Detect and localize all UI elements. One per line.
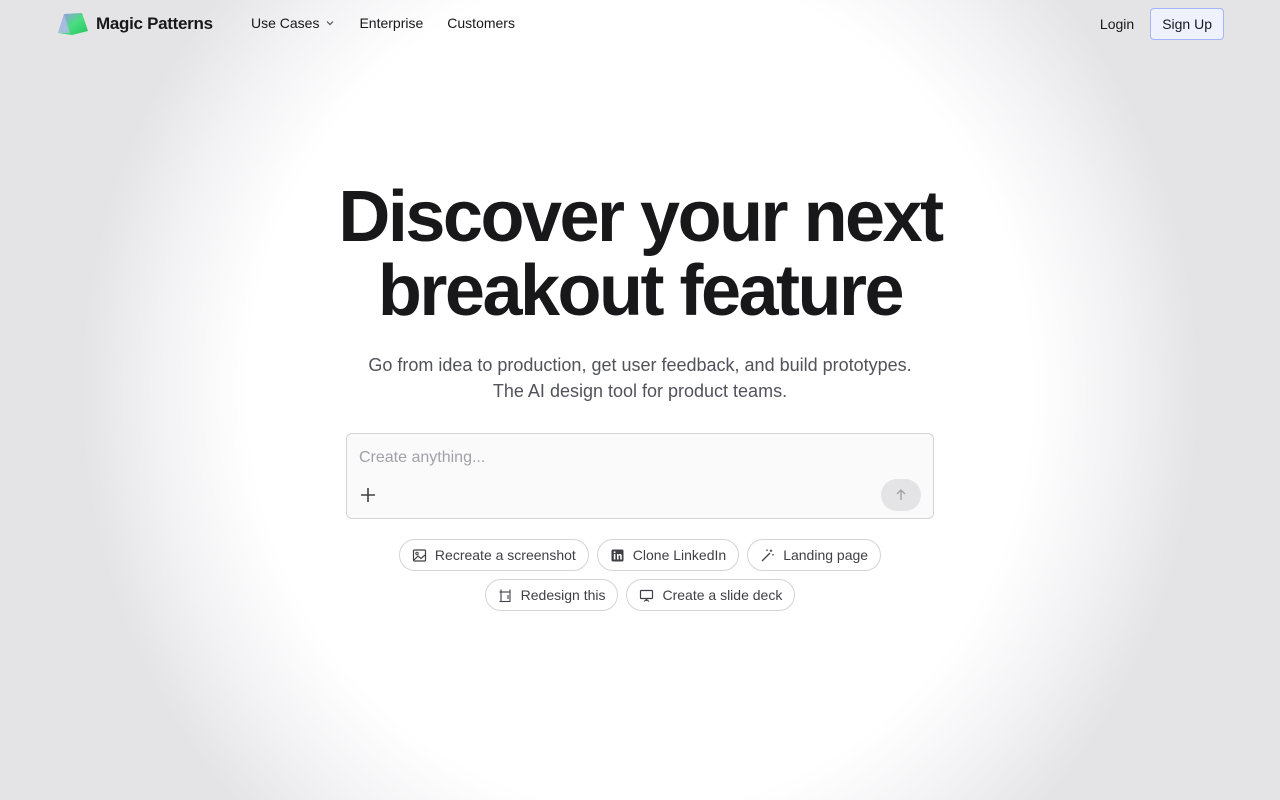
hero-subtitle: Go from idea to production, get user fee… — [0, 352, 1280, 404]
chip-recreate-screenshot[interactable]: Recreate a screenshot — [398, 539, 589, 571]
nav-enterprise[interactable]: Enterprise — [359, 15, 423, 31]
hero-subtitle-line2: The AI design tool for product teams. — [492, 381, 788, 401]
chip-label: Create a slide deck — [662, 587, 783, 603]
nav-use-cases-label: Use Cases — [251, 15, 320, 31]
image-icon — [412, 548, 427, 562]
signup-button[interactable]: Sign Up — [1150, 8, 1224, 40]
brand-logo[interactable]: Magic Patterns — [56, 11, 213, 37]
chevron-down-icon — [327, 21, 334, 26]
chip-clone-linkedin[interactable]: Clone LinkedIn — [596, 539, 740, 571]
chip-landing-page[interactable]: Landing page — [747, 539, 882, 571]
hero: Discover your next breakout feature Go f… — [0, 180, 1280, 404]
login-link[interactable]: Login — [1100, 16, 1134, 32]
chip-create-slide-deck[interactable]: Create a slide deck — [626, 579, 796, 611]
nav-customers-label: Customers — [447, 15, 515, 31]
nav-enterprise-label: Enterprise — [359, 15, 424, 31]
suggestion-row-1: Recreate a screenshot Clone LinkedIn Lan… — [0, 539, 1280, 571]
hero-headline: Discover your next breakout feature — [338, 177, 944, 331]
nav-use-cases[interactable]: Use Cases — [251, 15, 335, 31]
magic-wand-icon — [761, 549, 774, 561]
chip-label: Redesign this — [520, 587, 606, 603]
redesign-icon — [499, 589, 511, 602]
arrow-up-icon — [896, 489, 906, 500]
prompt-input[interactable] — [359, 446, 919, 470]
nav-auth: Login Sign Up — [1100, 8, 1224, 40]
prompt-box — [346, 433, 934, 519]
chip-label: Landing page — [783, 547, 869, 563]
nav-customers[interactable]: Customers — [447, 15, 515, 31]
chip-label: Recreate a screenshot — [434, 547, 576, 563]
suggestion-row-2: Redesign this Create a slide deck — [0, 579, 1280, 611]
brand-name: Magic Patterns — [96, 14, 213, 33]
linkedin-icon — [611, 549, 624, 561]
suggestion-chips: Recreate a screenshot Clone LinkedIn Lan… — [0, 539, 1280, 619]
nav-links: Use Cases Enterprise Customers — [251, 15, 539, 31]
logo-icon — [58, 13, 88, 35]
chip-label: Clone LinkedIn — [632, 547, 727, 563]
presentation-icon — [640, 589, 654, 602]
top-nav: Magic Patterns Use Cases Enterprise Cust… — [0, 0, 1280, 48]
plus-icon[interactable] — [359, 486, 377, 504]
send-button[interactable] — [881, 479, 921, 511]
hero-subtitle-line1: Go from idea to production, get user fee… — [368, 355, 912, 375]
chip-redesign-this[interactable]: Redesign this — [484, 579, 619, 611]
